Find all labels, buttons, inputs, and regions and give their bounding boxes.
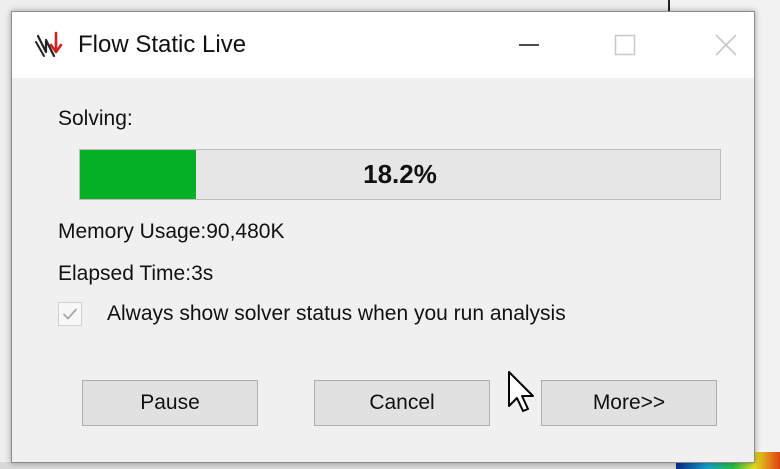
mouse-pointer-icon bbox=[508, 371, 534, 412]
background-strip bbox=[0, 462, 676, 469]
checkmark-icon bbox=[63, 308, 77, 320]
minimize-button[interactable] bbox=[498, 12, 560, 78]
title-bar[interactable]: Flow Static Live bbox=[12, 12, 754, 78]
cancel-button[interactable]: Cancel bbox=[314, 380, 490, 426]
pause-button[interactable]: Pause bbox=[82, 380, 258, 426]
memory-usage-text: Memory Usage:90,480K bbox=[58, 220, 285, 243]
window-title: Flow Static Live bbox=[78, 31, 247, 58]
solving-label: Solving: bbox=[58, 107, 133, 130]
always-show-label: Always show solver status when you run a… bbox=[107, 302, 566, 325]
progress-percent-text: 18.2% bbox=[363, 159, 437, 189]
solver-status-dialog: Flow Static Live Solving: 18.2% Memory U… bbox=[11, 11, 755, 463]
maximize-icon bbox=[614, 34, 636, 56]
close-button[interactable] bbox=[695, 12, 757, 78]
minimize-icon bbox=[519, 44, 539, 46]
solver-progress-bar: 18.2% bbox=[79, 149, 721, 200]
more-button[interactable]: More>> bbox=[541, 380, 717, 426]
flow-solver-icon bbox=[35, 31, 63, 58]
always-show-checkbox[interactable] bbox=[58, 302, 82, 326]
close-icon bbox=[715, 34, 737, 56]
maximize-button[interactable] bbox=[594, 12, 656, 78]
always-show-option[interactable]: Always show solver status when you run a… bbox=[58, 299, 566, 329]
elapsed-time-text: Elapsed Time:3s bbox=[58, 262, 214, 285]
